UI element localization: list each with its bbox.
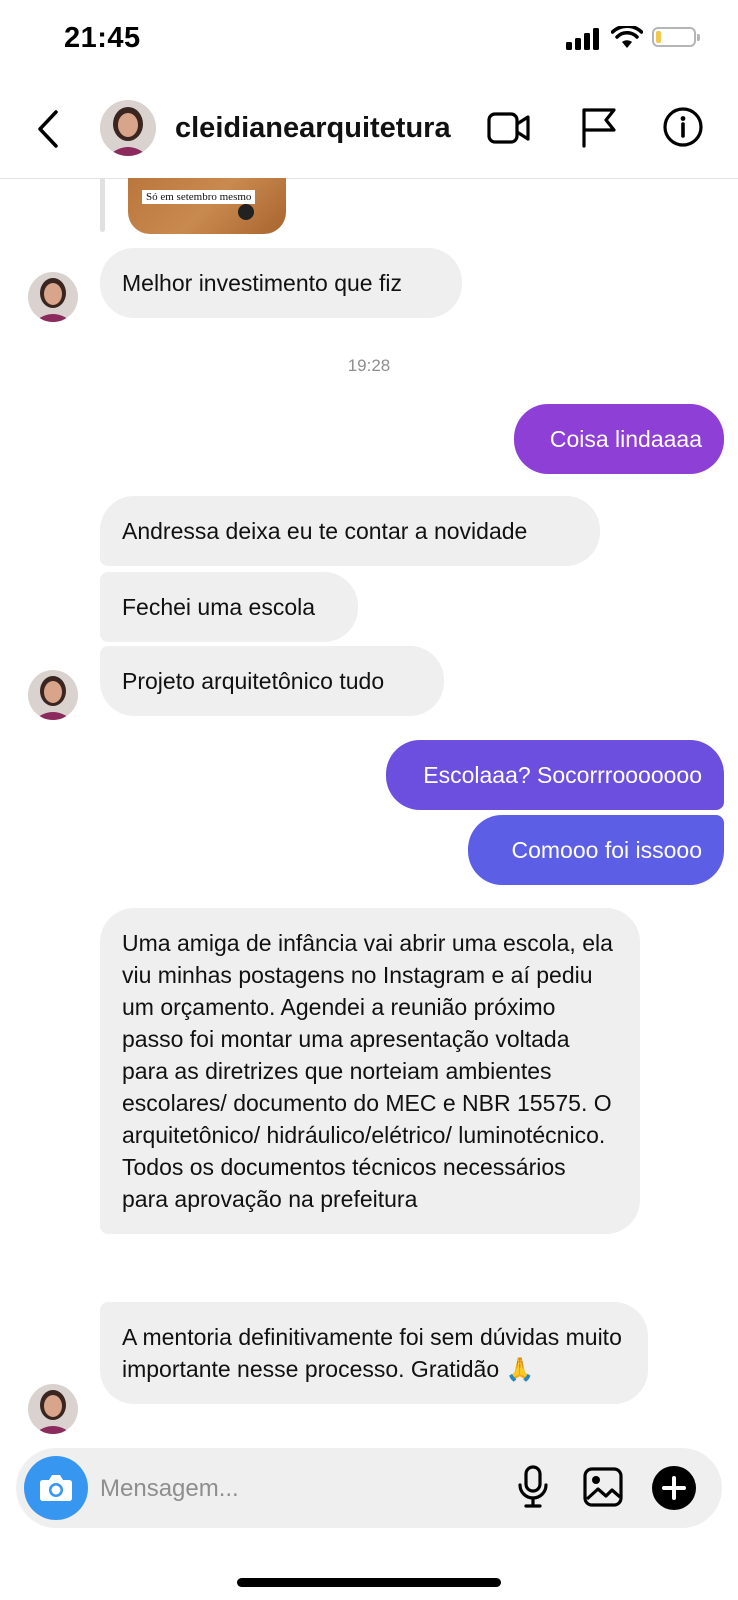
battery-icon <box>652 27 700 47</box>
camera-button[interactable] <box>24 1456 88 1520</box>
status-time: 21:45 <box>64 22 141 54</box>
profile-avatar[interactable] <box>100 100 156 156</box>
image-caption: Só em setembro mesmo <box>142 190 256 204</box>
sender-avatar[interactable] <box>28 272 78 322</box>
message-outgoing[interactable]: Coisa lindaaaa <box>514 404 724 474</box>
message-incoming[interactable]: Andressa deixa eu te contar a novidade <box>100 496 600 566</box>
video-call-icon[interactable] <box>487 108 531 148</box>
chat-header: cleidianearquitetura <box>0 80 738 179</box>
message-composer <box>16 1448 722 1528</box>
home-indicator <box>237 1578 501 1587</box>
image-microphone <box>238 204 254 220</box>
back-button[interactable] <box>32 108 66 150</box>
cellular-signal-icon <box>566 28 599 50</box>
message-incoming[interactable]: Projeto arquitetônico tudo <box>100 646 444 716</box>
message-outgoing[interactable]: Comooo foi issooo <box>468 815 724 885</box>
chat-username[interactable]: cleidianearquitetura <box>175 112 451 145</box>
plus-icon <box>662 1476 686 1500</box>
microphone-icon[interactable] <box>516 1464 550 1510</box>
message-incoming[interactable]: A mentoria definitivamente foi sem dúvid… <box>100 1302 648 1404</box>
message-outgoing[interactable]: Escolaaa? Socorrrooooooo <box>386 740 724 810</box>
reply-indicator-line <box>100 178 105 232</box>
message-incoming[interactable]: Fechei uma escola <box>100 572 358 642</box>
gallery-icon[interactable] <box>582 1466 624 1508</box>
camera-icon <box>40 1475 72 1501</box>
message-incoming[interactable]: Melhor investimento que fiz <box>100 248 462 318</box>
report-flag-icon[interactable] <box>580 106 618 148</box>
add-button[interactable] <box>652 1466 696 1510</box>
sender-avatar[interactable] <box>28 670 78 720</box>
message-input[interactable] <box>98 1468 502 1510</box>
wifi-icon <box>611 26 643 48</box>
sender-avatar[interactable] <box>28 1384 78 1434</box>
shared-image[interactable]: Só em setembro mesmo <box>128 178 286 234</box>
message-incoming[interactable]: Uma amiga de infância vai abrir uma esco… <box>100 908 640 1234</box>
message-timestamp: 19:28 <box>347 356 391 375</box>
info-icon[interactable] <box>662 106 704 148</box>
